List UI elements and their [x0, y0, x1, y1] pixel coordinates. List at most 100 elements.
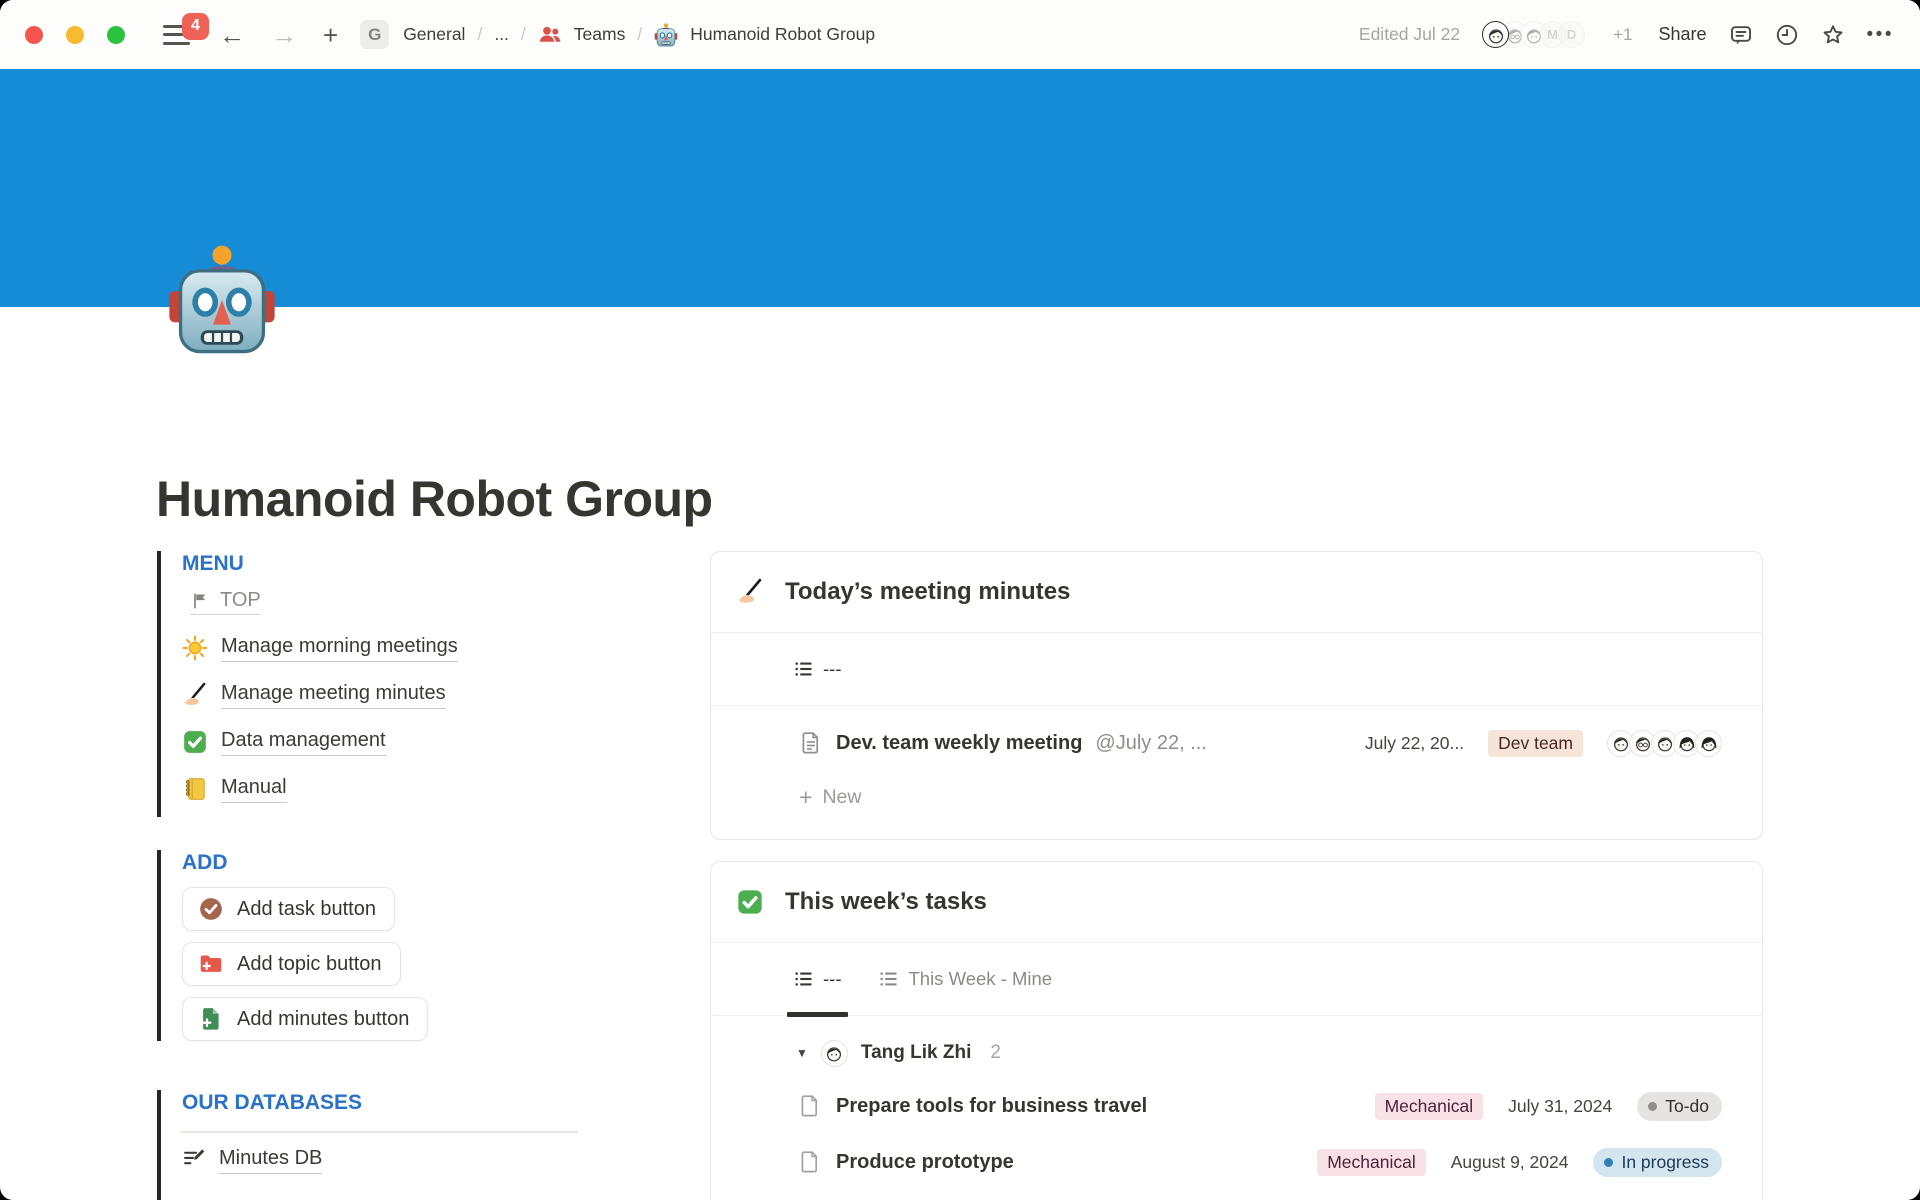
robot-page-icon[interactable]: [166, 243, 278, 357]
add-topic-button[interactable]: Add topic button: [182, 942, 401, 986]
avatar: [1695, 730, 1722, 757]
page-icon: [798, 1150, 822, 1174]
green-check-icon: [736, 888, 764, 916]
menu-item-manage-meeting-minutes[interactable]: Manage meeting minutes: [182, 681, 446, 709]
databases-heading: OUR DATABASES: [182, 1090, 578, 1116]
meeting-date: July 22, 20...: [1365, 733, 1464, 754]
favorite-star-icon[interactable]: [1821, 23, 1845, 47]
green-check-icon: [182, 729, 208, 755]
more-options-button[interactable]: •••: [1867, 24, 1894, 46]
status-dot: [1648, 1102, 1657, 1111]
tasks-card-title: This week’s tasks: [785, 888, 987, 916]
titlebar-right: Edited Jul 22 M D +1 Share •••: [1359, 21, 1894, 48]
notion-window: 4 ← → + G General / ... / Teams / Humano…: [0, 0, 1920, 1200]
breadcrumb-general[interactable]: General: [403, 24, 465, 45]
plus-icon: +: [799, 786, 812, 809]
task-row[interactable]: Prepare tools for business travel Mechan…: [711, 1080, 1762, 1132]
team-tag: Dev team: [1488, 730, 1583, 757]
due-date: August 9, 2024: [1451, 1152, 1569, 1173]
status-badge: To-do: [1637, 1092, 1722, 1121]
status-dot: [1604, 1158, 1613, 1167]
task-check-icon: [198, 896, 224, 922]
avatar[interactable]: D: [1558, 21, 1585, 48]
breadcrumb: General / ... / Teams / Humanoid Robot G…: [403, 23, 875, 47]
menu-heading: MENU: [182, 551, 458, 577]
tasks-card-header: This week’s tasks: [711, 862, 1762, 943]
window-controls: [25, 26, 125, 44]
workspace-chip[interactable]: G: [360, 20, 389, 49]
menu-section: MENU TOP Manage morning meetings Manage …: [157, 551, 458, 817]
folder-plus-icon: [198, 951, 224, 977]
sun-icon: [182, 635, 208, 661]
minimize-window-button[interactable]: [66, 26, 84, 44]
tasks-view-tab-default[interactable]: ---: [794, 943, 841, 1015]
writing-hand-icon: [736, 578, 764, 606]
page-cover: [0, 69, 1920, 307]
viewer-avatars: M D: [1482, 21, 1585, 48]
robot-page-icon-small: [654, 23, 678, 47]
task-title: Produce prototype: [836, 1151, 1014, 1174]
page-icon: [799, 731, 823, 755]
menu-item-top[interactable]: TOP: [190, 589, 261, 615]
menu-item-manual[interactable]: Manual: [182, 775, 287, 803]
meeting-row[interactable]: Dev. team weekly meeting @July 22, ... J…: [711, 714, 1762, 772]
forward-button[interactable]: →: [271, 22, 297, 48]
list-pencil-icon: [182, 1147, 207, 1172]
meeting-minutes-card: Today’s meeting minutes --- Dev. team we…: [710, 551, 1763, 840]
close-window-button[interactable]: [25, 26, 43, 44]
collapse-caret-icon[interactable]: ▼: [796, 1046, 808, 1060]
status-badge: In progress: [1593, 1148, 1722, 1177]
due-date: July 31, 2024: [1508, 1096, 1612, 1117]
minutes-view-tabs: ---: [711, 633, 1762, 706]
add-minutes-button[interactable]: Add minutes button: [182, 997, 428, 1041]
edited-timestamp[interactable]: Edited Jul 22: [1359, 24, 1460, 45]
breadcrumb-teams[interactable]: Teams: [574, 24, 626, 45]
new-tab-button[interactable]: +: [323, 22, 338, 48]
group-count: 2: [990, 1042, 1001, 1064]
menu-item-manage-morning-meetings[interactable]: Manage morning meetings: [182, 634, 458, 662]
assignee-avatar: [821, 1040, 848, 1067]
task-title: Prepare tools for business travel: [836, 1095, 1147, 1118]
flag-icon: [190, 591, 210, 611]
list-view-icon: [794, 659, 814, 679]
minutes-view-tab[interactable]: ---: [794, 633, 841, 705]
category-tag: Mechanical: [1317, 1149, 1426, 1176]
sidebar-toggle-button[interactable]: 4: [163, 23, 193, 47]
tasks-card: This week’s tasks --- This Week - Mine ▼…: [710, 861, 1763, 1200]
breadcrumb-ellipsis[interactable]: ...: [494, 24, 509, 45]
task-row[interactable]: Produce prototype Mechanical August 9, 2…: [711, 1136, 1762, 1188]
meeting-minutes-card-title: Today’s meeting minutes: [785, 578, 1070, 606]
add-heading: ADD: [182, 850, 428, 876]
page-title: Humanoid Robot Group: [156, 470, 713, 528]
category-tag: Mechanical: [1375, 1093, 1484, 1120]
avatar[interactable]: [1482, 21, 1509, 48]
tasks-view-tab-this-week-mine[interactable]: This Week - Mine: [879, 943, 1052, 1015]
list-view-icon: [794, 969, 814, 989]
divider: [180, 1131, 578, 1133]
database-item-minutes-db[interactable]: Minutes DB: [182, 1146, 322, 1174]
add-section: ADD Add task button Add topic button Add…: [157, 850, 428, 1041]
meeting-title: Dev. team weekly meeting: [836, 732, 1082, 755]
assignee-group-row: ▼ Tang Lik Zhi 2: [711, 1030, 1762, 1076]
history-clock-icon[interactable]: [1775, 23, 1799, 47]
teams-icon: [538, 23, 562, 47]
back-button[interactable]: ←: [219, 22, 245, 48]
list-view-icon: [879, 969, 899, 989]
tasks-view-tabs: --- This Week - Mine: [711, 943, 1762, 1016]
menu-item-data-management[interactable]: Data management: [182, 728, 386, 756]
add-task-button[interactable]: Add task button: [182, 887, 395, 931]
new-meeting-button[interactable]: + New: [711, 772, 1762, 822]
breadcrumb-current-page[interactable]: Humanoid Robot Group: [690, 24, 875, 45]
writing-hand-icon: [182, 682, 208, 708]
assignee-name: Tang Lik Zhi: [861, 1042, 971, 1064]
ledger-icon: [182, 776, 208, 802]
comments-icon[interactable]: [1729, 23, 1753, 47]
page-icon: [798, 1094, 822, 1118]
notification-badge: 4: [182, 13, 209, 40]
share-button[interactable]: Share: [1658, 24, 1706, 45]
titlebar: 4 ← → + G General / ... / Teams / Humano…: [0, 0, 1920, 69]
avatar-overflow-count[interactable]: +1: [1613, 25, 1632, 45]
zoom-window-button[interactable]: [107, 26, 125, 44]
meeting-minutes-card-header: Today’s meeting minutes: [711, 552, 1762, 633]
file-plus-icon: [198, 1006, 224, 1032]
